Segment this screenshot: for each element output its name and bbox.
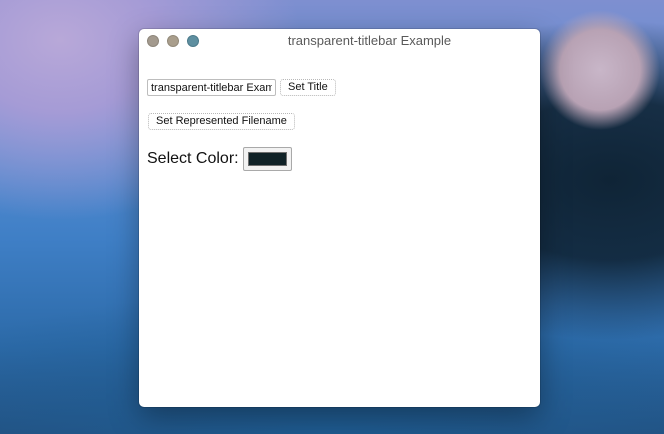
- title-input[interactable]: [147, 79, 276, 96]
- titlebar: transparent-titlebar Example: [139, 29, 540, 53]
- maximize-icon[interactable]: [187, 35, 199, 47]
- set-represented-filename-button[interactable]: Set Represented Filename: [148, 113, 295, 130]
- set-title-button[interactable]: Set Title: [280, 79, 336, 96]
- color-swatch: [248, 152, 287, 166]
- desktop: { "window": { "title": "transparent-titl…: [0, 0, 664, 434]
- color-picker-button[interactable]: [243, 147, 292, 171]
- select-color-label: Select Color:: [147, 150, 239, 167]
- close-icon[interactable]: [147, 35, 159, 47]
- app-window: transparent-titlebar Example Set Title S…: [139, 29, 540, 407]
- window-title: transparent-titlebar Example: [287, 33, 452, 48]
- minimize-icon[interactable]: [167, 35, 179, 47]
